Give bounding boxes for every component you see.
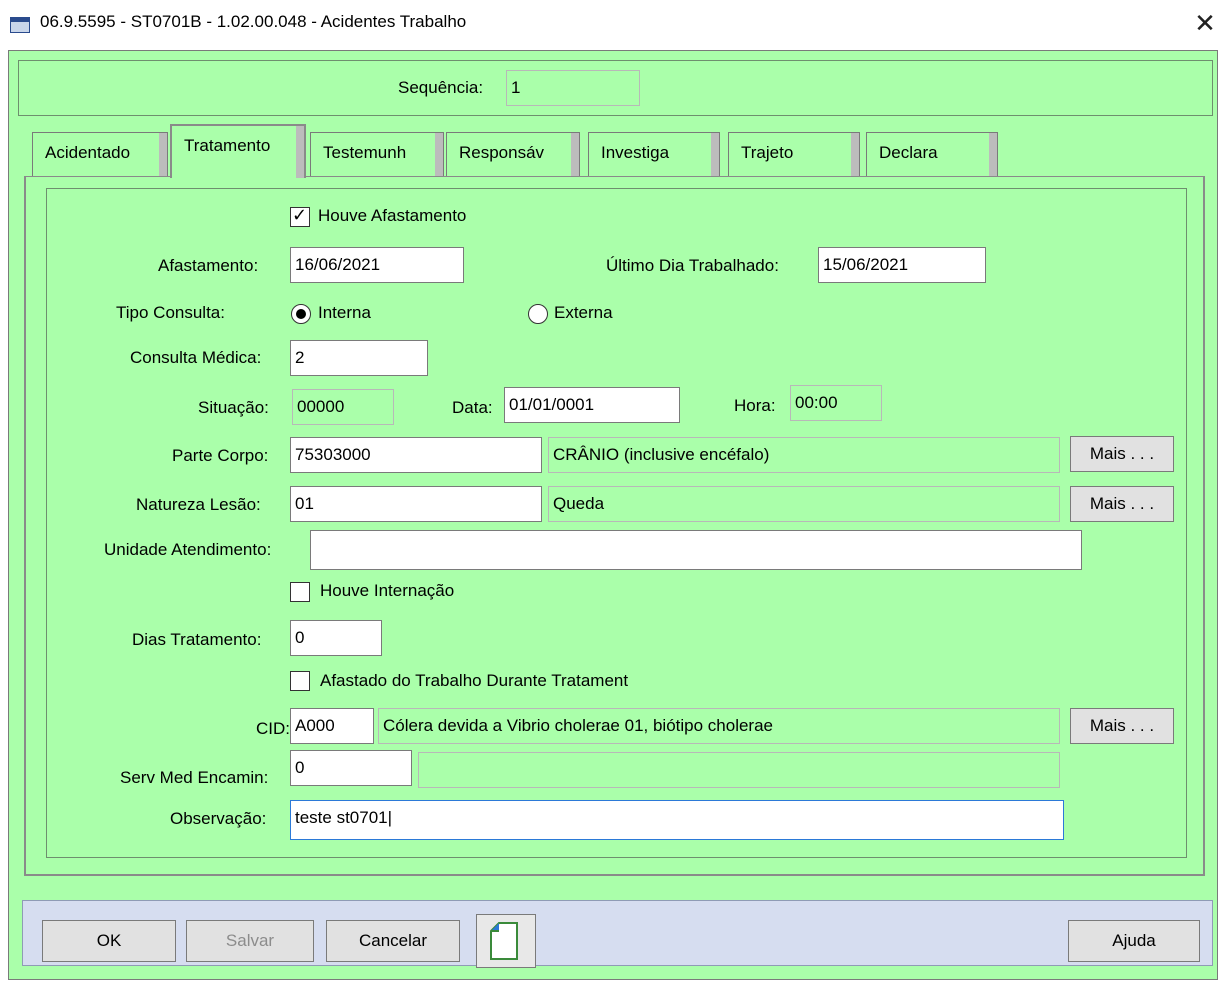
houve-internacao-label: Houve Internação — [320, 581, 455, 600]
afastamento-label: Afastamento: — [158, 256, 259, 275]
parte-corpo-description: CRÂNIO (inclusive encéfalo) — [548, 437, 1060, 473]
tab-declaracao[interactable]: Declara — [866, 132, 998, 176]
consulta-medica-field[interactable]: 2 — [290, 340, 428, 376]
ajuda-button[interactable]: Ajuda — [1068, 920, 1200, 962]
parte-corpo-code-field[interactable]: 75303000 — [290, 437, 542, 473]
window-app-icon — [10, 17, 30, 33]
ok-button[interactable]: OK — [42, 920, 176, 962]
data-label: Data: — [452, 398, 493, 417]
tab-label: Trajeto — [741, 143, 794, 162]
consulta-medica-label: Consulta Médica: — [130, 348, 262, 367]
tab-investigacao[interactable]: Investiga — [588, 132, 720, 176]
dias-tratamento-field[interactable]: 0 — [290, 620, 382, 656]
sequence-label: Sequência: — [398, 78, 484, 97]
tab-tratamento[interactable]: Tratamento — [170, 124, 306, 178]
close-icon[interactable]: ✕ — [1190, 6, 1220, 42]
houve-afastamento-label: Houve Afastamento — [318, 206, 467, 225]
cid-code-field[interactable]: A000 — [290, 708, 374, 744]
tab-label: Testemunh — [323, 143, 407, 162]
tab-label: Tratamento — [184, 136, 271, 155]
tab-label: Acidentado — [45, 143, 131, 162]
unidade-atendimento-label: Unidade Atendimento: — [104, 540, 272, 559]
cid-description: Cólera devida a Vibrio cholerae 01, biót… — [378, 708, 1060, 744]
serv-med-code-field[interactable]: 0 — [290, 750, 412, 786]
natureza-lesao-mais-button[interactable]: Mais . . . — [1070, 486, 1174, 522]
document-icon-button[interactable] — [476, 914, 536, 968]
afastado-trabalho-checkbox[interactable] — [290, 671, 310, 691]
tab-label: Responsáv — [459, 143, 545, 162]
hora-field[interactable]: 00:00 — [790, 385, 882, 421]
radio-interna[interactable] — [291, 304, 311, 324]
observacao-label: Observação: — [170, 809, 267, 828]
natureza-lesao-label: Natureza Lesão: — [136, 495, 261, 514]
radio-externa[interactable] — [528, 304, 548, 324]
tab-label: Declara — [879, 143, 938, 162]
ultimo-dia-field[interactable]: 15/06/2021 — [818, 247, 986, 283]
observacao-field[interactable]: teste st0701| — [290, 800, 1064, 840]
tipo-consulta-label: Tipo Consulta: — [116, 303, 225, 322]
radio-externa-label: Externa — [554, 303, 613, 322]
radio-interna-label: Interna — [318, 303, 371, 322]
document-icon — [490, 922, 518, 960]
window-title: 06.9.5595 - ST0701B - 1.02.00.048 - Acid… — [40, 12, 467, 31]
cid-mais-button[interactable]: Mais . . . — [1070, 708, 1174, 744]
tab-acidentado[interactable]: Acidentado — [32, 132, 168, 176]
tab-trajeto[interactable]: Trajeto — [728, 132, 860, 176]
parte-corpo-label: Parte Corpo: — [172, 446, 269, 465]
serv-med-label: Serv Med Encamin: — [120, 768, 269, 787]
data-field[interactable]: 01/01/0001 — [504, 387, 680, 423]
ultimo-dia-label: Último Dia Trabalhado: — [606, 256, 779, 275]
tab-responsavel[interactable]: Responsáv — [446, 132, 580, 176]
houve-afastamento-checkbox[interactable] — [290, 205, 310, 227]
situacao-label: Situação: — [198, 398, 269, 417]
houve-internacao-checkbox[interactable] — [290, 582, 310, 602]
tab-testemunha[interactable]: Testemunh — [310, 132, 444, 176]
situacao-field[interactable]: 00000 — [292, 389, 394, 425]
unidade-atendimento-field[interactable] — [310, 530, 1082, 570]
serv-med-description — [418, 752, 1060, 788]
afastamento-field[interactable]: 16/06/2021 — [290, 247, 464, 283]
tab-label: Investiga — [601, 143, 670, 162]
cancelar-button[interactable]: Cancelar — [326, 920, 460, 962]
sequence-field[interactable]: 1 — [506, 70, 640, 106]
natureza-lesao-description: Queda — [548, 486, 1060, 522]
afastado-trabalho-label: Afastado do Trabalho Durante Tratament — [320, 671, 629, 690]
dias-tratamento-label: Dias Tratamento: — [132, 630, 262, 649]
cid-label: CID: — [256, 719, 290, 738]
natureza-lesao-code-field[interactable]: 01 — [290, 486, 542, 522]
salvar-button[interactable]: Salvar — [186, 920, 314, 962]
hora-label: Hora: — [734, 396, 776, 415]
parte-corpo-mais-button[interactable]: Mais . . . — [1070, 436, 1174, 472]
